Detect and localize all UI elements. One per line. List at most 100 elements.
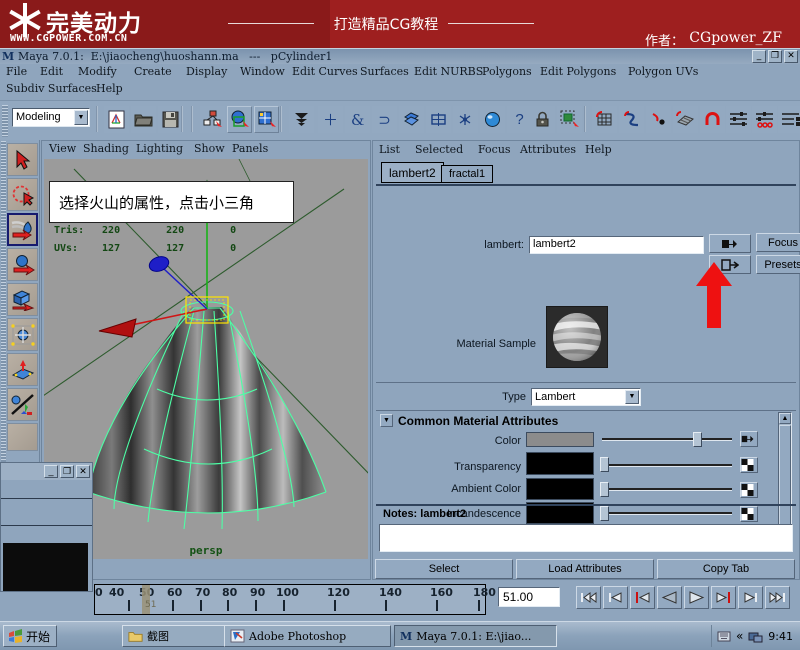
menu-edit[interactable]: Edit bbox=[40, 65, 63, 80]
ipr-render-icon[interactable] bbox=[480, 106, 505, 133]
menu-edit-curves[interactable]: Edit Curves bbox=[292, 65, 358, 80]
save-scene-icon[interactable] bbox=[158, 106, 183, 133]
new-scene-icon[interactable] bbox=[104, 106, 129, 133]
step-back-frame-button[interactable] bbox=[630, 586, 655, 609]
focus-button[interactable]: Focus bbox=[756, 233, 800, 252]
grid-icon[interactable] bbox=[592, 106, 617, 133]
ae-menu-focus[interactable]: Focus bbox=[478, 143, 511, 156]
menu-polygons[interactable]: Polygons bbox=[482, 65, 532, 80]
help-icon[interactable]: ? bbox=[507, 106, 532, 133]
menu-surfaces[interactable]: Surfaces bbox=[360, 65, 409, 80]
channel-box-icon[interactable] bbox=[752, 106, 777, 133]
menu-set-selector[interactable]: Modeling ▼ bbox=[12, 108, 90, 127]
snap-to-view-planes-icon[interactable]: ⊃ bbox=[372, 106, 397, 133]
viewport-menu-panels[interactable]: Panels bbox=[232, 142, 268, 155]
tab-lambert2[interactable]: lambert2 bbox=[381, 162, 444, 183]
bgwin-maximize-button[interactable]: ❐ bbox=[60, 465, 74, 478]
node-name-input[interactable]: lambert2 bbox=[529, 236, 704, 254]
notes-textarea[interactable] bbox=[379, 524, 793, 552]
taskbar-item-maya[interactable]: M Maya 7.0.1: E:\jiao... bbox=[394, 625, 557, 647]
navigate-input-button[interactable] bbox=[709, 234, 751, 253]
move-tool[interactable] bbox=[7, 248, 38, 281]
ambient-map-button[interactable] bbox=[740, 482, 758, 498]
viewport-menu-view[interactable]: View bbox=[49, 142, 76, 155]
keyboard-icon[interactable] bbox=[717, 630, 731, 643]
incandescence-map-button[interactable] bbox=[740, 506, 758, 522]
render-current-frame-icon[interactable] bbox=[453, 106, 478, 133]
step-back-keyframe-button[interactable] bbox=[603, 586, 628, 609]
curve-icon[interactable] bbox=[619, 106, 644, 133]
transparency-swatch[interactable] bbox=[526, 452, 594, 475]
soft-modification-tool[interactable] bbox=[7, 388, 38, 421]
snap-to-points-icon[interactable]: & bbox=[345, 106, 370, 133]
viewport-menu-shading[interactable]: Shading bbox=[83, 142, 129, 155]
color-slider-track[interactable] bbox=[602, 438, 732, 441]
select-tool[interactable] bbox=[7, 143, 38, 176]
lock-icon[interactable] bbox=[530, 106, 555, 133]
common-attrs-expander[interactable]: ▼ bbox=[380, 414, 393, 427]
go-to-start-button[interactable] bbox=[576, 586, 601, 609]
start-button[interactable]: 开始 bbox=[3, 625, 58, 647]
select-by-component-icon[interactable] bbox=[254, 106, 279, 133]
lasso-tool[interactable] bbox=[7, 178, 38, 211]
color-slider-thumb[interactable] bbox=[693, 432, 702, 447]
background-window[interactable]: _ ❐ ✕ bbox=[0, 462, 93, 592]
taskbar-item-photoshop[interactable]: Adobe Photoshop bbox=[224, 625, 391, 647]
highlight-selection-icon[interactable] bbox=[557, 106, 582, 133]
select-by-object-icon[interactable] bbox=[227, 106, 252, 133]
ae-menu-list[interactable]: List bbox=[379, 143, 400, 156]
scroll-up-icon[interactable]: ▲ bbox=[779, 413, 791, 424]
menu-display[interactable]: Display bbox=[186, 65, 227, 80]
current-frame-input[interactable]: 51.00 bbox=[498, 587, 560, 607]
toolbox-grip[interactable] bbox=[1, 141, 6, 466]
network-icon[interactable] bbox=[748, 630, 763, 643]
snap-to-grids-icon[interactable] bbox=[289, 106, 314, 133]
scale-tool[interactable] bbox=[7, 318, 38, 351]
color-swatch[interactable] bbox=[526, 432, 594, 447]
material-type-select[interactable]: Lambert ▼ bbox=[531, 388, 641, 406]
ae-menu-attributes[interactable]: Attributes bbox=[520, 143, 576, 156]
chevrons-icon[interactable]: « bbox=[736, 629, 743, 643]
attribute-editor-icon[interactable] bbox=[726, 106, 751, 133]
ae-menu-selected[interactable]: Selected bbox=[415, 143, 463, 156]
play-forwards-button[interactable] bbox=[684, 586, 709, 609]
load-attributes-button[interactable]: Load Attributes bbox=[516, 559, 654, 579]
chevron-down-icon[interactable]: ▼ bbox=[74, 110, 88, 125]
menu-help[interactable]: Help bbox=[96, 82, 123, 97]
viewport-menu-lighting[interactable]: Lighting bbox=[136, 142, 183, 155]
go-to-end-button[interactable] bbox=[765, 586, 790, 609]
menu-edit-polygons[interactable]: Edit Polygons bbox=[540, 65, 616, 80]
restore-button[interactable]: ❐ bbox=[768, 50, 782, 63]
paint-selection-tool[interactable] bbox=[7, 213, 38, 246]
select-by-hierarchy-icon[interactable] bbox=[200, 106, 225, 133]
presets-button[interactable]: Presets bbox=[756, 255, 800, 274]
open-scene-icon[interactable] bbox=[131, 106, 156, 133]
snap-to-live-icon[interactable] bbox=[399, 106, 424, 133]
menu-subdiv-surfaces[interactable]: Subdiv Surfaces bbox=[6, 82, 97, 97]
universal-manipulator-tool[interactable] bbox=[7, 353, 38, 386]
point-icon[interactable] bbox=[646, 106, 671, 133]
viewport-menu-show[interactable]: Show bbox=[194, 142, 225, 155]
rotate-tool[interactable] bbox=[7, 283, 38, 316]
tool-settings-icon[interactable] bbox=[778, 106, 800, 133]
copy-tab-button[interactable]: Copy Tab bbox=[657, 559, 795, 579]
construction-history-icon[interactable] bbox=[426, 106, 451, 133]
select-button[interactable]: Select bbox=[375, 559, 513, 579]
show-manipulator-tool[interactable] bbox=[7, 423, 38, 451]
time-slider[interactable]: 0 40 50 60 70 80 90 100 120 140 160 180 … bbox=[94, 584, 496, 615]
transparency-slider-track[interactable] bbox=[602, 464, 732, 467]
menu-file[interactable]: File bbox=[6, 65, 27, 80]
incandescence-slider-track[interactable] bbox=[602, 512, 732, 515]
play-backwards-button[interactable] bbox=[657, 586, 682, 609]
chevron-down-icon[interactable]: ▼ bbox=[625, 390, 639, 404]
ambient-slider-track[interactable] bbox=[602, 488, 732, 491]
incandescence-slider-thumb[interactable] bbox=[600, 506, 609, 521]
ambient-color-swatch[interactable] bbox=[526, 478, 594, 500]
minimize-button[interactable]: _ bbox=[752, 50, 766, 63]
transparency-map-button[interactable] bbox=[740, 457, 758, 473]
attr-scrollbar-thumb[interactable] bbox=[779, 425, 791, 525]
menu-window[interactable]: Window bbox=[240, 65, 285, 80]
material-sample-swatch[interactable] bbox=[546, 306, 608, 368]
step-forward-frame-button[interactable] bbox=[711, 586, 736, 609]
menu-polygon-uvs[interactable]: Polygon UVs bbox=[628, 65, 698, 80]
